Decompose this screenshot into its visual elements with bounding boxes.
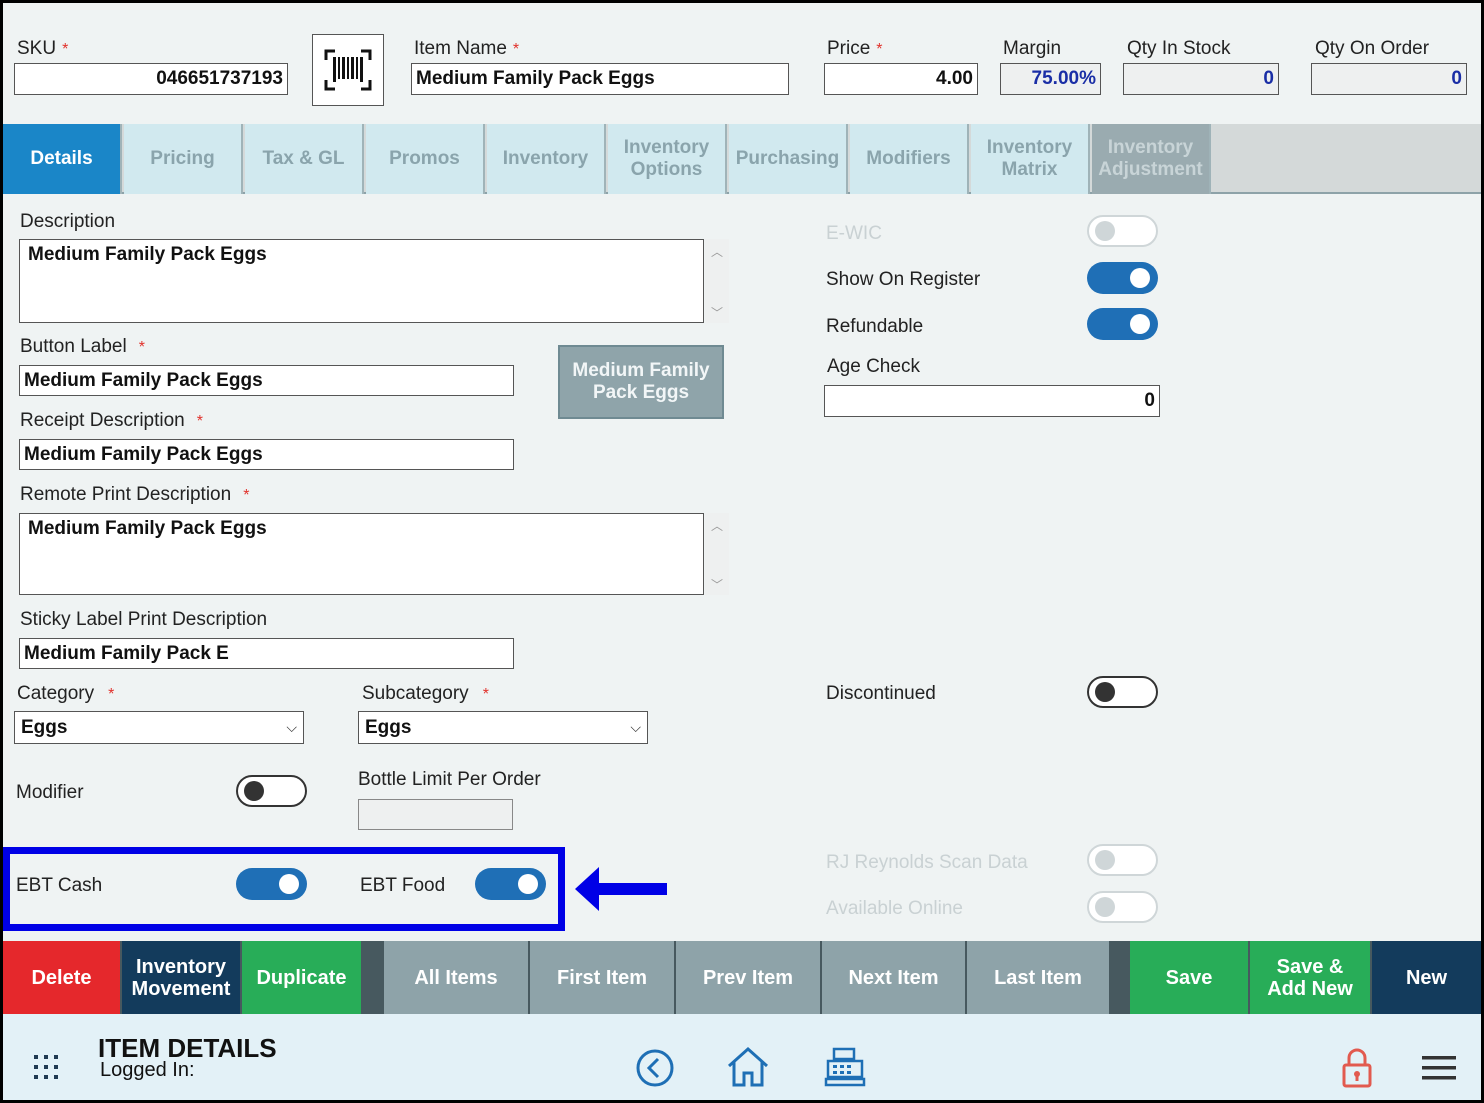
- delete-button[interactable]: Delete: [3, 941, 120, 1014]
- action-bar: Delete Inventory Movement Duplicate All …: [3, 941, 1481, 1014]
- available-online-label: Available Online: [826, 898, 963, 919]
- tab-pricing[interactable]: Pricing: [124, 124, 243, 194]
- bottle-limit-label: Bottle Limit Per Order: [358, 769, 541, 790]
- tab-bar: Details Pricing Tax & GL Promos Inventor…: [3, 124, 1481, 194]
- modifier-label: Modifier: [16, 782, 84, 803]
- qty-on-order-label: Qty On Order: [1315, 38, 1430, 59]
- tab-promos[interactable]: Promos: [366, 124, 485, 194]
- category-label: Category *: [17, 683, 115, 704]
- item-name-input[interactable]: Medium Family Pack Eggs: [411, 63, 789, 95]
- ewic-label: E-WIC: [826, 223, 882, 244]
- ewic-toggle: [1087, 215, 1158, 247]
- button-label-label: Button Label *: [20, 336, 145, 357]
- lock-icon[interactable]: [1341, 1047, 1373, 1089]
- sku-input[interactable]: 046651737193: [14, 63, 288, 95]
- qty-in-stock-field: 0: [1123, 63, 1279, 95]
- save-add-new-button[interactable]: Save & Add New: [1250, 941, 1370, 1014]
- bottle-limit-input[interactable]: [358, 799, 513, 830]
- price-label: Price *: [827, 38, 883, 59]
- toggle-knob: [1095, 896, 1115, 917]
- last-item-button[interactable]: Last Item: [967, 941, 1109, 1014]
- item-name-label: Item Name *: [414, 38, 520, 59]
- category-select[interactable]: Eggs ⌵: [14, 711, 304, 744]
- left-arrow-icon: [575, 867, 667, 911]
- category-value: Eggs: [21, 716, 68, 738]
- discontinued-toggle[interactable]: [1087, 676, 1158, 708]
- discontinued-label: Discontinued: [826, 683, 936, 704]
- back-circle-icon[interactable]: [635, 1048, 675, 1088]
- sticky-label-description-label: Sticky Label Print Description: [20, 609, 268, 630]
- hamburger-menu-icon[interactable]: [1421, 1054, 1457, 1082]
- refundable-toggle[interactable]: [1087, 308, 1158, 340]
- receipt-description-input[interactable]: Medium Family Pack Eggs: [19, 439, 514, 470]
- toggle-knob: [1130, 268, 1150, 288]
- rj-reynolds-toggle: [1087, 844, 1158, 876]
- inventory-movement-button[interactable]: Inventory Movement: [122, 941, 240, 1014]
- tab-details[interactable]: Details: [3, 124, 122, 194]
- save-button[interactable]: Save: [1130, 941, 1248, 1014]
- description-textarea[interactable]: Medium Family Pack Eggs: [19, 239, 704, 323]
- toggle-knob: [244, 780, 264, 801]
- all-items-button[interactable]: All Items: [384, 941, 528, 1014]
- remote-print-scrollbar[interactable]: ︿ ﹀: [705, 513, 729, 595]
- button-preview[interactable]: Medium Family Pack Eggs: [558, 345, 724, 419]
- margin-field: 75.00%: [1000, 63, 1101, 95]
- tab-tax-gl[interactable]: Tax & GL: [245, 124, 364, 194]
- toggle-knob: [1130, 314, 1150, 334]
- home-icon[interactable]: [725, 1046, 771, 1088]
- toggle-knob: [1095, 681, 1115, 702]
- subcategory-label: Subcategory *: [362, 683, 489, 704]
- duplicate-button[interactable]: Duplicate: [242, 941, 361, 1014]
- rj-reynolds-label: RJ Reynolds Scan Data: [826, 852, 1028, 873]
- barcode-icon: [324, 49, 372, 91]
- footer-bar: ITEM DETAILS Logged In:: [3, 1014, 1481, 1100]
- subcategory-select[interactable]: Eggs ⌵: [358, 711, 648, 744]
- toggle-knob: [1095, 220, 1115, 241]
- tab-purchasing[interactable]: Purchasing: [729, 124, 848, 194]
- qty-on-order-field: 0: [1311, 63, 1467, 95]
- ebt-highlight-box: [3, 847, 565, 931]
- logged-in-label: Logged In:: [100, 1059, 195, 1081]
- qty-in-stock-label: Qty In Stock: [1127, 38, 1231, 59]
- remote-print-description-textarea[interactable]: Medium Family Pack Eggs: [19, 513, 704, 595]
- barcode-scan-button[interactable]: [312, 34, 384, 106]
- tab-inventory-options[interactable]: Inventory Options: [608, 124, 727, 194]
- receipt-description-label: Receipt Description *: [20, 410, 203, 431]
- age-check-input[interactable]: 0: [824, 385, 1160, 417]
- subcategory-value: Eggs: [365, 716, 412, 738]
- show-on-register-toggle[interactable]: [1087, 262, 1158, 294]
- tab-inventory-adjustment: Inventory Adjustment: [1092, 124, 1211, 194]
- available-online-toggle: [1087, 891, 1158, 923]
- cash-register-icon[interactable]: [824, 1046, 866, 1088]
- show-on-register-label: Show On Register: [826, 269, 981, 290]
- tab-inventory[interactable]: Inventory: [487, 124, 606, 194]
- button-label-input[interactable]: Medium Family Pack Eggs: [19, 365, 514, 396]
- toggle-knob: [1095, 849, 1115, 870]
- item-details-window: SKU * 046651737193 Item Name * Medium Fami…: [3, 3, 1481, 1100]
- chevron-down-icon: ⌵: [286, 719, 297, 735]
- refundable-label: Refundable: [826, 316, 924, 337]
- tab-inventory-matrix[interactable]: Inventory Matrix: [971, 124, 1090, 194]
- first-item-button[interactable]: First Item: [530, 941, 674, 1014]
- margin-label: Margin: [1003, 38, 1062, 59]
- modifier-toggle[interactable]: [236, 775, 307, 807]
- grid-menu-icon[interactable]: [32, 1053, 60, 1081]
- remote-print-description-label: Remote Print Description *: [20, 484, 250, 505]
- next-item-button[interactable]: Next Item: [822, 941, 965, 1014]
- sku-label: SKU *: [17, 38, 69, 59]
- chevron-down-icon: ⌵: [630, 719, 641, 735]
- sticky-label-description-input[interactable]: Medium Family Pack E: [19, 638, 514, 669]
- age-check-label: Age Check: [827, 356, 920, 377]
- prev-item-button[interactable]: Prev Item: [676, 941, 820, 1014]
- tab-modifiers[interactable]: Modifiers: [850, 124, 969, 194]
- price-input[interactable]: 4.00: [824, 63, 978, 95]
- new-button[interactable]: New: [1372, 941, 1481, 1014]
- description-label: Description: [20, 211, 116, 232]
- description-scrollbar[interactable]: ︿ ﹀: [705, 239, 729, 323]
